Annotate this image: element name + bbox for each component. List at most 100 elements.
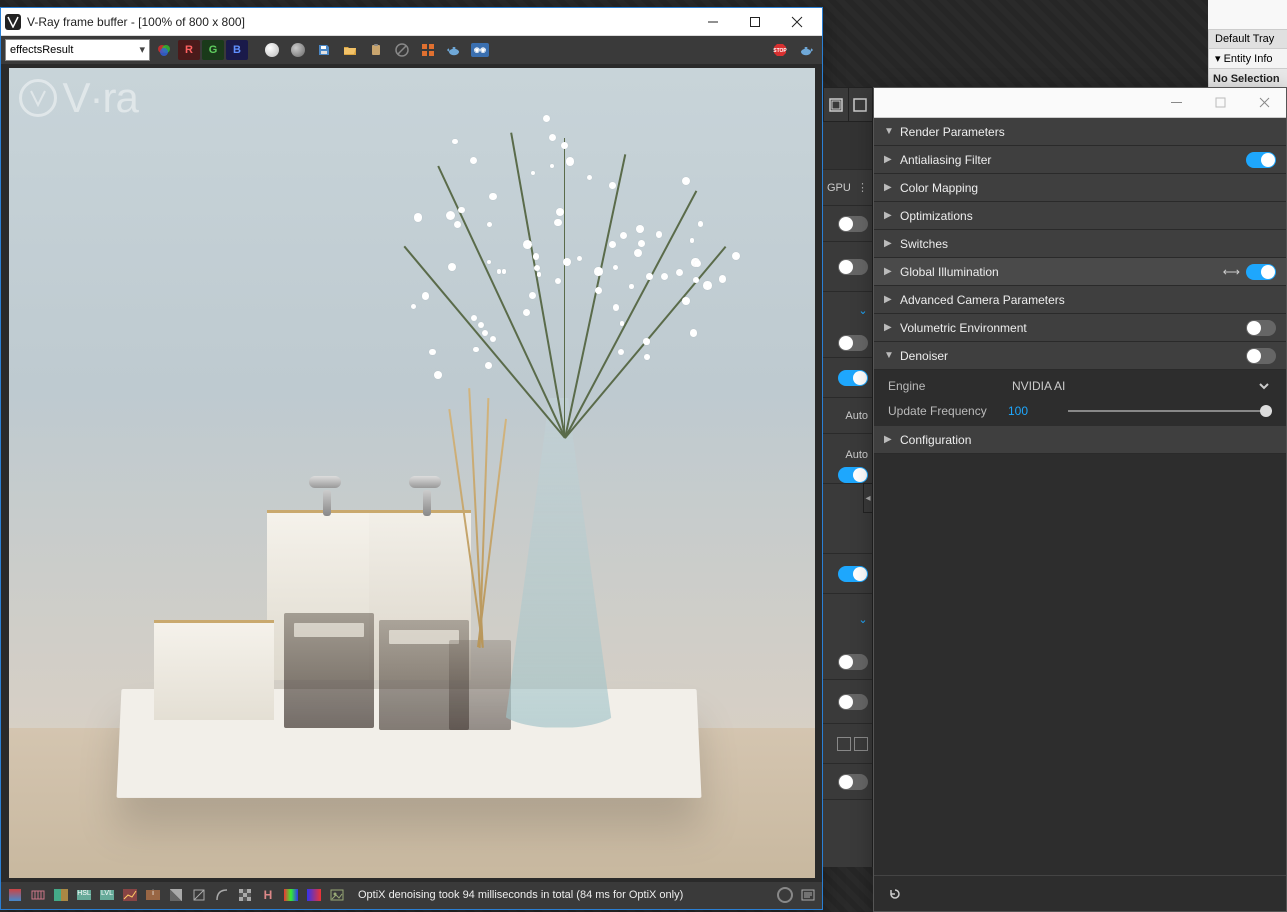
section-render-parameters[interactable]: ▼Render Parameters (874, 118, 1286, 146)
sb-icon-1[interactable] (5, 885, 25, 905)
dropdown-icon: ▾ (139, 43, 145, 56)
chevron-down-icon[interactable]: ⌄ (858, 305, 868, 315)
strip-tab-1[interactable] (823, 88, 848, 121)
sb-history-icon[interactable] (28, 885, 48, 905)
antialiasing-toggle[interactable] (1246, 152, 1276, 168)
toggle-9[interactable] (838, 774, 868, 790)
sb-h-icon[interactable]: H (258, 885, 278, 905)
denoiser-toggle[interactable] (1246, 348, 1276, 364)
vfb-title: V-Ray frame buffer - [100% of 800 x 800] (27, 15, 692, 29)
small-box-icon[interactable] (837, 737, 851, 751)
section-global-illumination[interactable]: ▶Global Illumination⟷ (874, 258, 1286, 286)
section-antialiasing[interactable]: ▶Antialiasing Filter (874, 146, 1286, 174)
caret-right-icon: ▶ (884, 182, 892, 193)
toggle-1[interactable] (838, 216, 868, 232)
sb-ocio-icon[interactable] (304, 885, 324, 905)
entity-info-header[interactable]: ▾ Entity Info (1209, 49, 1287, 69)
settings-close-button[interactable] (1242, 88, 1286, 118)
toggle-2[interactable] (838, 259, 868, 275)
revert-icon[interactable] (882, 881, 908, 907)
auto-label-2: Auto (845, 449, 868, 461)
open-folder-icon[interactable] (338, 38, 362, 62)
status-message: OptiX denoising took 94 milliseconds in … (350, 889, 772, 901)
sb-bg-icon[interactable] (235, 885, 255, 905)
sb-log-icon[interactable] (798, 885, 818, 905)
vray-render-settings-panel: ▼Render Parameters ▶Antialiasing Filter … (873, 87, 1287, 912)
vfb-toolbar: effectsResult ▾ R G B ◉◉ STOP (1, 36, 822, 64)
more-icon[interactable]: ⋮ (857, 181, 868, 194)
sb-curves-icon[interactable]: LVL (97, 885, 117, 905)
vfb-titlebar[interactable]: V-Ray frame buffer - [100% of 800 x 800] (1, 8, 822, 36)
save-icon[interactable] (312, 38, 336, 62)
section-optimizations[interactable]: ▶Optimizations (874, 202, 1286, 230)
section-color-mapping[interactable]: ▶Color Mapping (874, 174, 1286, 202)
caret-right-icon: ▶ (884, 322, 892, 333)
small-box-icon-2[interactable] (854, 737, 868, 751)
toggle-4[interactable] (838, 370, 868, 386)
vr-icon[interactable]: ◉◉ (468, 38, 492, 62)
toggle-3[interactable] (838, 335, 868, 351)
sb-stamp-icon[interactable] (327, 885, 347, 905)
section-adv-camera[interactable]: ▶Advanced Camera Parameters (874, 286, 1286, 314)
toggle-8[interactable] (838, 694, 868, 710)
sb-levels-icon[interactable]: HSL (74, 885, 94, 905)
teapot-start-icon[interactable] (794, 38, 818, 62)
red-channel-button[interactable]: R (178, 40, 200, 60)
caret-right-icon: ▶ (884, 266, 892, 277)
auto-label-1: Auto (845, 410, 868, 422)
volumetric-toggle[interactable] (1246, 320, 1276, 336)
sb-cc-icon[interactable] (120, 885, 140, 905)
gpu-label: GPU (827, 182, 851, 194)
mono-grey-icon[interactable] (286, 38, 310, 62)
toggle-5[interactable] (838, 467, 868, 483)
slider-icon[interactable]: ⟷ (1223, 265, 1240, 279)
engine-select[interactable]: NVIDIA AI (1008, 378, 1272, 394)
teapot-render-icon[interactable] (442, 38, 466, 62)
toggle-6[interactable] (838, 566, 868, 582)
green-channel-button[interactable]: G (202, 40, 224, 60)
settings-minimize-button[interactable] (1154, 88, 1198, 118)
settings-titlebar[interactable] (874, 88, 1286, 118)
close-button[interactable] (776, 8, 818, 36)
vfb-statusbar: HSL LVL i H OptiX denoising took 94 mill… (1, 882, 822, 910)
strip-tab-2[interactable] (848, 88, 873, 121)
freq-slider[interactable] (1068, 410, 1272, 412)
sb-progress-icon (775, 885, 795, 905)
channel-selector[interactable]: effectsResult ▾ (5, 39, 150, 61)
blue-channel-button[interactable]: B (226, 40, 248, 60)
collapse-panel-icon[interactable]: ◂ (863, 483, 873, 513)
stop-render-icon[interactable]: STOP (768, 38, 792, 62)
sb-info-icon[interactable]: i (143, 885, 163, 905)
chevron-down-icon-2[interactable]: ⌄ (858, 614, 868, 624)
mono-white-icon[interactable] (260, 38, 284, 62)
rendered-image: V·ra (9, 68, 815, 878)
section-volumetric[interactable]: ▶Volumetric Environment (874, 314, 1286, 342)
svg-text:STOP: STOP (773, 48, 787, 54)
minimize-button[interactable] (692, 8, 734, 36)
settings-maximize-button[interactable] (1198, 88, 1242, 118)
vray-frame-buffer-window: V-Ray frame buffer - [100% of 800 x 800]… (0, 7, 823, 910)
caret-down-icon: ▼ (884, 126, 892, 137)
sb-lut-icon[interactable] (281, 885, 301, 905)
sb-compare-icon[interactable] (51, 885, 71, 905)
freq-value[interactable]: 100 (1008, 404, 1058, 418)
vray-settings-strip: GPU ⋮ ⌄ Auto Auto ⌄ ◂ (823, 87, 873, 867)
gi-toggle[interactable] (1246, 264, 1276, 280)
vray-app-icon (5, 14, 21, 30)
section-configuration[interactable]: ▶Configuration (874, 426, 1286, 454)
section-denoiser[interactable]: ▼Denoiser (874, 342, 1286, 370)
region-render-icon[interactable] (416, 38, 440, 62)
toggle-7[interactable] (838, 654, 868, 670)
section-switches[interactable]: ▶Switches (874, 230, 1286, 258)
clipboard-icon[interactable] (364, 38, 388, 62)
caret-down-icon: ▼ (884, 350, 892, 361)
sb-pixel-icon[interactable] (166, 885, 186, 905)
sb-srgb-icon[interactable] (212, 885, 232, 905)
rgb-combined-icon[interactable] (152, 38, 176, 62)
vfb-render-canvas[interactable]: V·ra (1, 64, 822, 882)
engine-label: Engine (888, 379, 998, 393)
tray-title[interactable]: Default Tray (1209, 30, 1287, 49)
clear-icon[interactable] (390, 38, 414, 62)
sb-clamp-icon[interactable] (189, 885, 209, 905)
maximize-button[interactable] (734, 8, 776, 36)
